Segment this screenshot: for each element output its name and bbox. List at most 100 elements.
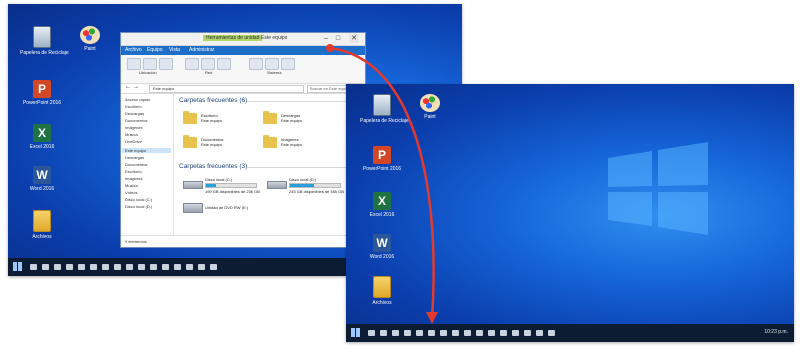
store-icon[interactable] — [78, 264, 85, 270]
desktop-icon-paint[interactable]: Paint — [408, 94, 452, 120]
folder-icon — [373, 276, 391, 298]
photos-icon[interactable] — [440, 330, 447, 336]
desktop-icon-folder[interactable]: Archivos — [20, 210, 64, 240]
desktop-icon-word[interactable]: W Word 2016 — [20, 166, 64, 192]
navigation-pane: Acceso rápido Escritorio Descargas Docum… — [121, 93, 174, 235]
search-icon[interactable] — [368, 330, 375, 336]
paint-icon[interactable] — [488, 330, 495, 336]
task-view-icon[interactable] — [42, 264, 49, 270]
forward-arrow-icon[interactable]: → — [133, 84, 139, 90]
desktop-icon-paint[interactable]: Paint — [68, 26, 112, 52]
settings-button[interactable] — [249, 58, 263, 70]
address-bar[interactable]: Este equipo — [149, 85, 304, 93]
nav-item[interactable]: Escritorio — [125, 104, 142, 109]
mail-icon[interactable] — [428, 330, 435, 336]
nav-item[interactable]: Disco local (D:) — [125, 204, 152, 209]
uninstall-button[interactable] — [265, 58, 279, 70]
nav-item[interactable]: Vídeos — [125, 190, 137, 195]
folder-icon — [33, 210, 51, 232]
nav-item[interactable]: Imágenes — [125, 176, 143, 181]
media-player-icon[interactable] — [524, 330, 531, 336]
minimize-button[interactable]: – — [321, 34, 331, 43]
nav-item[interactable]: Imágenes — [125, 125, 143, 130]
paint-icon[interactable] — [150, 264, 157, 270]
word-icon: W — [373, 234, 391, 252]
nav-item[interactable]: Descargas — [125, 111, 144, 116]
settings-icon[interactable] — [500, 330, 507, 336]
settings-icon[interactable] — [162, 264, 169, 270]
desktop-icon-powerpoint[interactable]: P PowerPoint 2016 — [20, 80, 64, 106]
photos-icon[interactable] — [102, 264, 109, 270]
store-icon[interactable] — [416, 330, 423, 336]
calculator-icon[interactable] — [512, 330, 519, 336]
tab-vista[interactable]: Vista — [169, 47, 180, 53]
tab-equipo[interactable]: Equipo — [147, 47, 163, 53]
taskbar-clock[interactable]: 10:23 p.m. — [764, 329, 788, 335]
close-button[interactable]: ✕ — [349, 34, 359, 43]
calculator-icon[interactable] — [174, 264, 181, 270]
camera-icon[interactable] — [198, 264, 205, 270]
excel-icon[interactable] — [464, 330, 471, 336]
nav-item[interactable]: Acceso rápido — [125, 97, 150, 102]
desktop-icon-powerpoint[interactable]: P PowerPoint 2016 — [360, 146, 404, 172]
file-explorer-icon[interactable] — [66, 264, 73, 270]
task-view-icon[interactable] — [380, 330, 387, 336]
drive-detail: 245 GB disponibles de 465 GB — [289, 189, 344, 194]
nav-item[interactable]: Documentos — [125, 118, 147, 123]
start-button[interactable] — [13, 262, 22, 271]
drive-name: Disco local (D:) — [289, 177, 317, 182]
nav-item-selected[interactable]: Este equipo — [122, 148, 171, 153]
nav-item[interactable]: Documentos — [125, 162, 147, 167]
notepad-icon[interactable] — [210, 264, 217, 270]
nav-item[interactable]: Música — [125, 183, 138, 188]
desktop-icon-excel[interactable]: X Excel 2016 — [20, 124, 64, 150]
drive-usage-fill — [290, 184, 314, 187]
desktop-icon-recycle-bin[interactable]: Papelera de Reciclaje — [360, 94, 409, 124]
powerpoint-icon[interactable] — [138, 264, 145, 270]
screenshot-after: Papelera de Reciclaje Paint P PowerPoint… — [346, 84, 794, 342]
maximize-button[interactable]: □ — [333, 34, 343, 43]
map-drive-button[interactable] — [201, 58, 215, 70]
properties-button[interactable] — [127, 58, 141, 70]
nav-item[interactable]: Música — [125, 132, 138, 137]
camera-icon[interactable] — [536, 330, 543, 336]
ribbon-group-location: Ubicación — [139, 70, 157, 75]
drive-usage-bar — [289, 183, 341, 188]
desktop-icon-recycle-bin[interactable]: Papelera de Reciclaje — [20, 26, 69, 56]
notepad-icon[interactable] — [548, 330, 555, 336]
system-properties-button[interactable] — [281, 58, 295, 70]
powerpoint-icon[interactable] — [476, 330, 483, 336]
rename-button[interactable] — [159, 58, 173, 70]
drive-usage-bar — [205, 183, 257, 188]
nav-item[interactable]: Descargas — [125, 155, 144, 160]
edge-icon[interactable] — [392, 330, 399, 336]
ribbon-toolbar: Ubicación Red Sistema — [121, 55, 365, 84]
tab-administrar[interactable]: Administrar — [189, 47, 214, 53]
mail-icon[interactable] — [90, 264, 97, 270]
drive-name: Disco local (C:) — [205, 177, 233, 182]
word-icon[interactable] — [114, 264, 121, 270]
media-player-icon[interactable] — [186, 264, 193, 270]
nav-item[interactable]: Escritorio — [125, 169, 142, 174]
edge-icon[interactable] — [54, 264, 61, 270]
excel-icon[interactable] — [126, 264, 133, 270]
content-pane: Carpetas frecuentes (6) Escritorio Este … — [177, 95, 361, 235]
powerpoint-icon: P — [373, 146, 391, 164]
add-location-button[interactable] — [217, 58, 231, 70]
nav-item[interactable]: OneDrive — [125, 139, 142, 144]
hard-drive-icon — [267, 181, 287, 189]
back-arrow-icon[interactable]: ← — [125, 84, 131, 90]
drive-name: Unidad de DVD RW (E:) — [205, 205, 249, 210]
desktop-icon-word[interactable]: W Word 2016 — [360, 234, 404, 260]
desktop-icon-excel[interactable]: X Excel 2016 — [360, 192, 404, 218]
word-icon[interactable] — [452, 330, 459, 336]
tab-archivo[interactable]: Archivo — [125, 47, 142, 53]
desktop-icon-folder[interactable]: Archivos — [360, 276, 404, 306]
search-icon[interactable] — [30, 264, 37, 270]
open-button[interactable] — [143, 58, 157, 70]
access-media-button[interactable] — [185, 58, 199, 70]
file-explorer-icon[interactable] — [404, 330, 411, 336]
nav-item[interactable]: Disco local (C:) — [125, 197, 152, 202]
start-button[interactable] — [351, 328, 360, 337]
ribbon-group-system: Sistema — [267, 70, 282, 75]
